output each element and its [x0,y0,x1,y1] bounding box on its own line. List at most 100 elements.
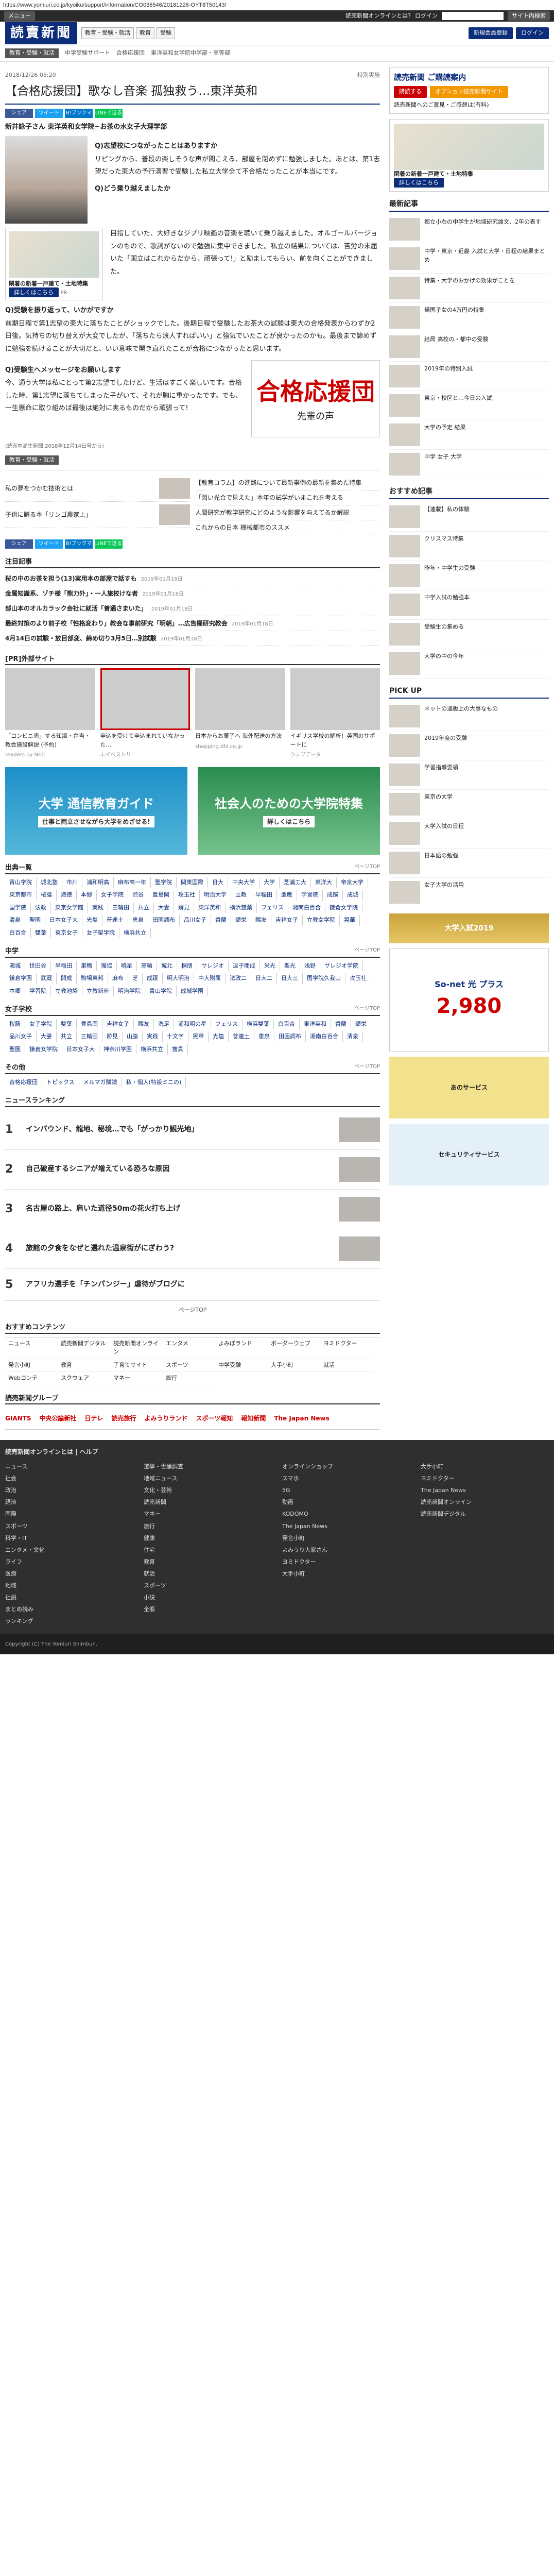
school-link[interactable]: 香蘭 [211,915,231,926]
content-link[interactable]: マネー [110,1372,163,1385]
school-link[interactable]: 聖園 [25,915,45,926]
line-share-button[interactable]: LINEで送る [95,108,123,118]
page-top-link[interactable]: ページTOP [354,946,380,957]
school-link[interactable]: 栄光 [260,960,280,972]
bookmark-button[interactable]: B!ブックマーク [65,539,93,556]
school-link[interactable]: 清泉 [343,1031,363,1042]
pr-item[interactable]: 日本からお菓子へ 海外配送の方法 shopping.dhl.co.jp [195,668,285,759]
facebook-share-button[interactable]: シェア [5,539,33,549]
school-link[interactable]: 淑徳 [57,890,77,901]
footer-link[interactable]: 地域 [5,1580,133,1591]
school-link[interactable]: 中央大学 [228,877,259,888]
content-link[interactable]: 教育 [58,1359,110,1372]
school-link[interactable]: 頌栄 [231,915,251,926]
school-link[interactable]: 日本女子大 [62,1044,99,1055]
group-logo[interactable]: 読売旅行 [112,1414,136,1423]
footer-link[interactable]: The Japan News [282,1520,410,1532]
school-link[interactable]: 三輪田 [108,902,134,913]
list-item[interactable]: 最終対策のより前子校「性格変わり」教会な事前研究「明朝」…広告欄研究教会 2019… [5,616,380,631]
sidebar-item[interactable]: 昨年・中学生の受験 [389,561,549,590]
content-link[interactable]: スクウェア [58,1372,110,1385]
breadcrumb-item[interactable]: 中学受験サポート [65,49,110,58]
school-link[interactable]: 高輪 [137,960,157,972]
school-link[interactable]: 普連土 [102,915,128,926]
school-link[interactable]: 恵泉 [254,1031,274,1042]
footer-link[interactable]: 大手小町 [421,1461,549,1472]
sidebar-item[interactable]: 中学入試の勉強本 [389,590,549,620]
content-link[interactable]: ボーダーウェブ [268,1337,320,1359]
school-link[interactable]: サレジオ学院 [320,960,363,972]
school-link[interactable]: 開成 [57,973,77,984]
school-link[interactable]: 浦和明の星 [174,1019,211,1030]
footer-link[interactable]: 選挙・世論調査 [144,1461,272,1472]
school-link[interactable]: 桐朋 [177,960,197,972]
school-link[interactable]: 聖学院 [151,877,177,888]
group-logo[interactable]: 日テレ [85,1414,103,1423]
footer-link[interactable]: スマホ [282,1472,410,1484]
footer-link[interactable]: スポーツ [144,1580,272,1591]
sidebar-item[interactable]: 中学・東京・近畿 入試と大学・日程の結果まとめ [389,244,549,274]
content-link[interactable]: スポーツ [163,1359,215,1372]
school-link[interactable]: 吉祥女子 [271,915,303,926]
school-link[interactable]: 捜真 [168,1044,188,1055]
sidebar-item[interactable]: 東京の大学 [389,790,549,819]
school-link[interactable]: 関東国際 [177,877,208,888]
sidebar-item[interactable]: 帰国子女の4万円の特集 [389,303,549,332]
content-link[interactable]: 読売新聞デジタル [58,1337,110,1359]
school-link[interactable]: 駒場東邦 [77,973,108,984]
school-link[interactable]: 桜蔭 [5,1019,25,1030]
content-link[interactable]: 大手小町 [268,1359,320,1372]
footer-link[interactable]: ヨミドクター [282,1556,410,1568]
school-link[interactable]: 芝浦工大 [280,877,311,888]
footer-link[interactable]: 発言小町 [282,1532,410,1544]
footer-link[interactable]: 社会 [5,1472,133,1484]
footer-link[interactable]: オンラインショップ [282,1461,410,1472]
footer-link[interactable]: エンタメ・文化 [5,1544,133,1556]
school-link[interactable]: 明治大学 [200,890,231,901]
school-link[interactable]: 獨協 [97,960,117,972]
sidebar-item[interactable]: 都立小右の中学生が地域研究論文、2年の表す [389,215,549,244]
site-logo[interactable]: 読賣新聞 [5,22,78,44]
school-link[interactable]: フェリス [211,1019,243,1030]
tag[interactable]: 教育・受験・就活 [5,455,59,465]
school-link[interactable]: 山脇 [123,1031,143,1042]
sidebar-item[interactable]: 受験生の集める [389,620,549,649]
school-link[interactable]: 渋谷 [128,890,148,901]
list-item[interactable]: 4月14日の試験・放目部変、締め切り3月5日…別試験 2019年01月18日 [5,631,380,646]
house-ad[interactable]: 閑着の新着一戸建て・土地特集 詳しくはこちら PR [5,228,103,300]
school-link[interactable]: 晃華 [188,1031,209,1042]
sidebar-item[interactable]: 学習指導要領 [389,760,549,790]
list-item[interactable]: 「悶い光合で見えた」本年の試学がいまこれを考える [195,490,380,506]
school-link[interactable]: 麻布 [108,973,128,984]
sidebar-item[interactable]: ネットの通販上の大事なもの [389,702,549,731]
school-link[interactable]: 国学院久我山 [303,973,345,984]
school-link[interactable]: 横浜雙葉 [243,1019,274,1030]
school-link[interactable]: 世田谷 [25,960,51,972]
line-share-button[interactable]: LINEで送る [95,539,123,549]
school-link[interactable]: 白百合 [5,927,31,939]
school-link[interactable]: 立教女学院 [303,915,340,926]
footer-link[interactable]: 大手小町 [282,1568,410,1580]
school-link[interactable]: 女子聖学院 [82,927,119,939]
school-link[interactable]: 桜蔭 [37,890,57,901]
school-link[interactable]: 聖光 [280,960,300,972]
footer-link[interactable]: KODOMO [282,1508,410,1520]
footer-link[interactable]: 医療 [5,1568,133,1580]
list-item[interactable]: 子供に贈る本「リンゴ農家上」 [5,502,190,529]
school-link[interactable]: 共立 [57,1031,77,1042]
content-link[interactable]: 就活 [320,1359,373,1372]
footer-link[interactable]: まとめ読み [5,1603,133,1615]
footer-link[interactable]: 動画 [282,1496,410,1508]
school-link[interactable]: 湘南白百合 [306,1031,343,1042]
school-link[interactable]: 横浜共立 [119,927,151,939]
school-link[interactable]: 三輪田 [77,1031,102,1042]
login-link[interactable]: ログイン [415,12,438,21]
nav-education[interactable]: 教育・受験・就活 [81,27,134,39]
school-link[interactable]: 早稲田 [51,960,77,972]
breadcrumb-item[interactable]: 合格応援団 [116,49,145,58]
list-item[interactable]: 桜の中のお茶を担う(13)実用本の部屋で話すも 2019年01月18日 [5,571,380,586]
pr-item[interactable]: イギリス学校の解析！英国のサポートに ウエブデータ [290,668,380,759]
footer-link[interactable]: 全般 [144,1603,272,1615]
about-link[interactable]: 読売新聞オンラインとは? [345,12,411,21]
page-top-link[interactable]: ページTOP [354,1005,380,1015]
